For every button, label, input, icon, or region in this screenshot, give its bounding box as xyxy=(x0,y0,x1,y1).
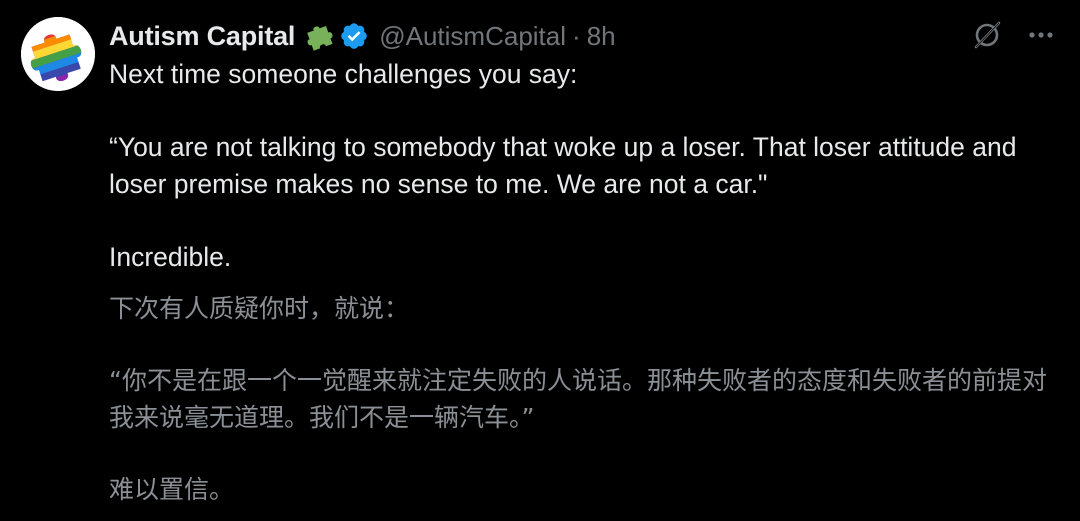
grok-icon[interactable] xyxy=(970,18,1004,52)
tweet-closing: Incredible. xyxy=(109,242,232,272)
tweet-text: Next time someone challenges you say: “Y… xyxy=(109,56,1059,276)
rainbow-puzzle-avatar-icon xyxy=(21,17,95,91)
tweet-header: Autism Capital @AutismCapital · 8h xyxy=(109,18,616,54)
timestamp[interactable]: 8h xyxy=(587,21,616,52)
tweet-quote: “You are not talking to somebody that wo… xyxy=(109,132,1017,199)
translation-line: 下次有人质疑你时，就说： xyxy=(109,294,410,323)
handle[interactable]: @AutismCapital xyxy=(379,21,566,52)
separator-dot: · xyxy=(572,20,581,51)
puzzle-piece-icon xyxy=(303,20,335,52)
translated-text: 下次有人质疑你时，就说： “你不是在跟一个一觉醒来就注定失败的人说话。那种失败者… xyxy=(109,290,1069,508)
translation-quote: “你不是在跟一个一觉醒来就注定失败的人说话。那种失败者的态度和失败者的前提对我来… xyxy=(109,366,1047,432)
translation-closing: 难以置信。 xyxy=(109,475,235,504)
tweet-top-actions xyxy=(970,18,1056,52)
tweet[interactable]: Autism Capital @AutismCapital · 8h Next … xyxy=(0,0,1080,521)
avatar[interactable] xyxy=(21,17,95,91)
more-icon[interactable] xyxy=(1026,20,1056,50)
display-name[interactable]: Autism Capital xyxy=(109,21,295,52)
verified-icon[interactable] xyxy=(339,21,369,51)
tweet-line: Next time someone challenges you say: xyxy=(109,59,578,89)
